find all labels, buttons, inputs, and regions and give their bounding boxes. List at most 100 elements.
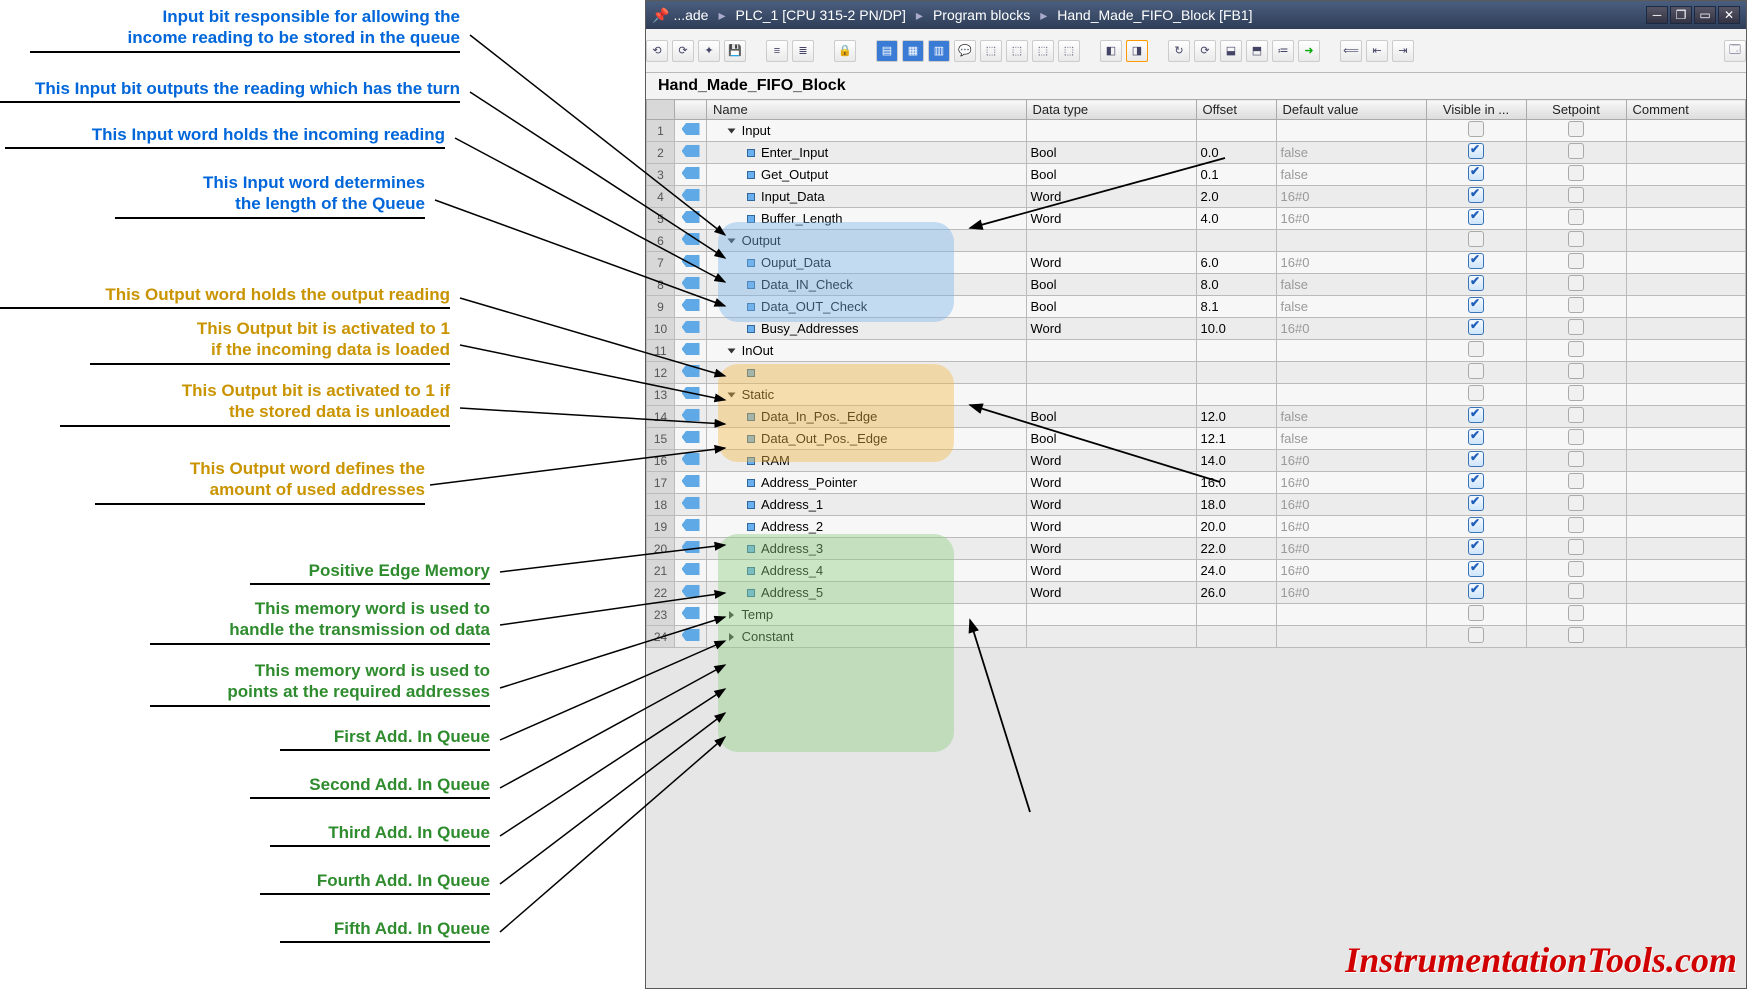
visible-checkbox[interactable] xyxy=(1468,363,1484,379)
path-0[interactable]: ...ade xyxy=(673,7,708,23)
table-row[interactable]: 11 InOut xyxy=(647,340,1746,362)
col-default[interactable]: Default value xyxy=(1276,100,1426,120)
visible-checkbox[interactable] xyxy=(1468,165,1484,181)
name-cell[interactable]: Address_4 xyxy=(707,560,1027,582)
name-cell[interactable]: Address_3 xyxy=(707,538,1027,560)
table-row[interactable]: 3Get_OutputBool0.1false xyxy=(647,164,1746,186)
name-cell[interactable]: Address_2 xyxy=(707,516,1027,538)
col-setpoint[interactable]: Setpoint xyxy=(1526,100,1626,120)
name-cell[interactable]: InOut xyxy=(707,340,1027,362)
table-row[interactable]: 5Buffer_LengthWord4.016#0 xyxy=(647,208,1746,230)
tool-btn[interactable]: ⬓ xyxy=(1220,40,1242,62)
setpoint-checkbox[interactable] xyxy=(1568,121,1584,137)
name-cell[interactable]: Address_1 xyxy=(707,494,1027,516)
setpoint-checkbox[interactable] xyxy=(1568,231,1584,247)
setpoint-checkbox[interactable] xyxy=(1568,451,1584,467)
interface-grid[interactable]: Name Data type Offset Default value Visi… xyxy=(646,99,1746,988)
close-button[interactable]: ✕ xyxy=(1718,6,1740,24)
table-row[interactable]: 15Data_Out_Pos._EdgeBool12.1false xyxy=(647,428,1746,450)
setpoint-checkbox[interactable] xyxy=(1568,539,1584,555)
name-cell[interactable]: Buffer_Length xyxy=(707,208,1027,230)
table-row[interactable]: 14Data_In_Pos._EdgeBool12.0false xyxy=(647,406,1746,428)
setpoint-checkbox[interactable] xyxy=(1568,209,1584,225)
path-1[interactable]: PLC_1 [CPU 315-2 PN/DP] xyxy=(736,7,906,23)
tool-btn[interactable]: ⟳ xyxy=(1194,40,1216,62)
setpoint-checkbox[interactable] xyxy=(1568,627,1584,643)
table-row[interactable]: 12 xyxy=(647,362,1746,384)
tool-btn[interactable]: ⟸ xyxy=(1340,40,1362,62)
setpoint-checkbox[interactable] xyxy=(1568,187,1584,203)
expand-icon[interactable] xyxy=(728,129,736,134)
visible-checkbox[interactable] xyxy=(1468,495,1484,511)
visible-checkbox[interactable] xyxy=(1468,451,1484,467)
name-cell[interactable]: Get_Output xyxy=(707,164,1027,186)
visible-checkbox[interactable] xyxy=(1468,583,1484,599)
minimize-button[interactable]: ─ xyxy=(1646,6,1668,24)
name-cell[interactable]: Busy_Addresses xyxy=(707,318,1027,340)
table-row[interactable]: 13 Static xyxy=(647,384,1746,406)
path-3[interactable]: Hand_Made_FIFO_Block [FB1] xyxy=(1057,7,1252,23)
visible-checkbox[interactable] xyxy=(1468,385,1484,401)
tool-btn[interactable]: ▥ xyxy=(928,40,950,62)
visible-checkbox[interactable] xyxy=(1468,319,1484,335)
table-row[interactable]: 4Input_DataWord2.016#0 xyxy=(647,186,1746,208)
tool-btn[interactable]: ≣ xyxy=(792,40,814,62)
tool-btn[interactable]: 🔒 xyxy=(834,40,856,62)
visible-checkbox[interactable] xyxy=(1468,121,1484,137)
name-cell[interactable]: Data_IN_Check xyxy=(707,274,1027,296)
path-2[interactable]: Program blocks xyxy=(933,7,1030,23)
tool-btn[interactable]: ⬒ xyxy=(1246,40,1268,62)
tool-btn[interactable]: ▦ xyxy=(902,40,924,62)
name-cell[interactable]: Data_In_Pos._Edge xyxy=(707,406,1027,428)
name-cell[interactable]: Enter_Input xyxy=(707,142,1027,164)
col-datatype[interactable]: Data type xyxy=(1026,100,1196,120)
visible-checkbox[interactable] xyxy=(1468,517,1484,533)
tool-btn[interactable]: ✦ xyxy=(698,40,720,62)
table-row[interactable]: 20Address_3Word22.016#0 xyxy=(647,538,1746,560)
table-row[interactable]: 10Busy_AddressesWord10.016#0 xyxy=(647,318,1746,340)
tool-btn[interactable]: 💾 xyxy=(724,40,746,62)
setpoint-checkbox[interactable] xyxy=(1568,253,1584,269)
name-cell[interactable]: Constant xyxy=(707,626,1027,648)
expand-icon[interactable] xyxy=(729,633,734,641)
name-cell[interactable]: Output xyxy=(707,230,1027,252)
setpoint-checkbox[interactable] xyxy=(1568,319,1584,335)
visible-checkbox[interactable] xyxy=(1468,187,1484,203)
setpoint-checkbox[interactable] xyxy=(1568,517,1584,533)
tool-btn[interactable]: ⟲ xyxy=(646,40,668,62)
col-name[interactable]: Name xyxy=(707,100,1027,120)
tool-btn[interactable]: ⟳ xyxy=(672,40,694,62)
name-cell[interactable]: Input xyxy=(707,120,1027,142)
tool-btn[interactable]: ⇥ xyxy=(1392,40,1414,62)
table-row[interactable]: 8Data_IN_CheckBool8.0false xyxy=(647,274,1746,296)
visible-checkbox[interactable] xyxy=(1468,297,1484,313)
tool-btn[interactable]: ⬚ xyxy=(1032,40,1054,62)
visible-checkbox[interactable] xyxy=(1468,429,1484,445)
table-row[interactable]: 9Data_OUT_CheckBool8.1false xyxy=(647,296,1746,318)
table-row[interactable]: 16RAMWord14.016#0 xyxy=(647,450,1746,472)
visible-checkbox[interactable] xyxy=(1468,275,1484,291)
visible-checkbox[interactable] xyxy=(1468,605,1484,621)
visible-checkbox[interactable] xyxy=(1468,253,1484,269)
name-cell[interactable]: Ouput_Data xyxy=(707,252,1027,274)
expand-icon[interactable] xyxy=(728,239,736,244)
tool-btn[interactable]: 🗔 xyxy=(1724,40,1746,62)
setpoint-checkbox[interactable] xyxy=(1568,407,1584,423)
tool-btn[interactable]: ▤ xyxy=(876,40,898,62)
setpoint-checkbox[interactable] xyxy=(1568,165,1584,181)
restore-button[interactable]: ❐ xyxy=(1670,6,1692,24)
name-cell[interactable]: Address_Pointer xyxy=(707,472,1027,494)
tool-btn[interactable]: ◨ xyxy=(1126,40,1148,62)
tool-btn[interactable]: ⬚ xyxy=(1006,40,1028,62)
tool-btn[interactable]: ≔ xyxy=(1272,40,1294,62)
tool-btn[interactable]: ◧ xyxy=(1100,40,1122,62)
expand-icon[interactable] xyxy=(728,349,736,354)
tool-btn[interactable]: ⬚ xyxy=(1058,40,1080,62)
name-cell[interactable] xyxy=(707,362,1027,384)
table-row[interactable]: 23 Temp xyxy=(647,604,1746,626)
table-row[interactable]: 1 Input xyxy=(647,120,1746,142)
visible-checkbox[interactable] xyxy=(1468,473,1484,489)
visible-checkbox[interactable] xyxy=(1468,627,1484,643)
table-row[interactable]: 21Address_4Word24.016#0 xyxy=(647,560,1746,582)
setpoint-checkbox[interactable] xyxy=(1568,495,1584,511)
